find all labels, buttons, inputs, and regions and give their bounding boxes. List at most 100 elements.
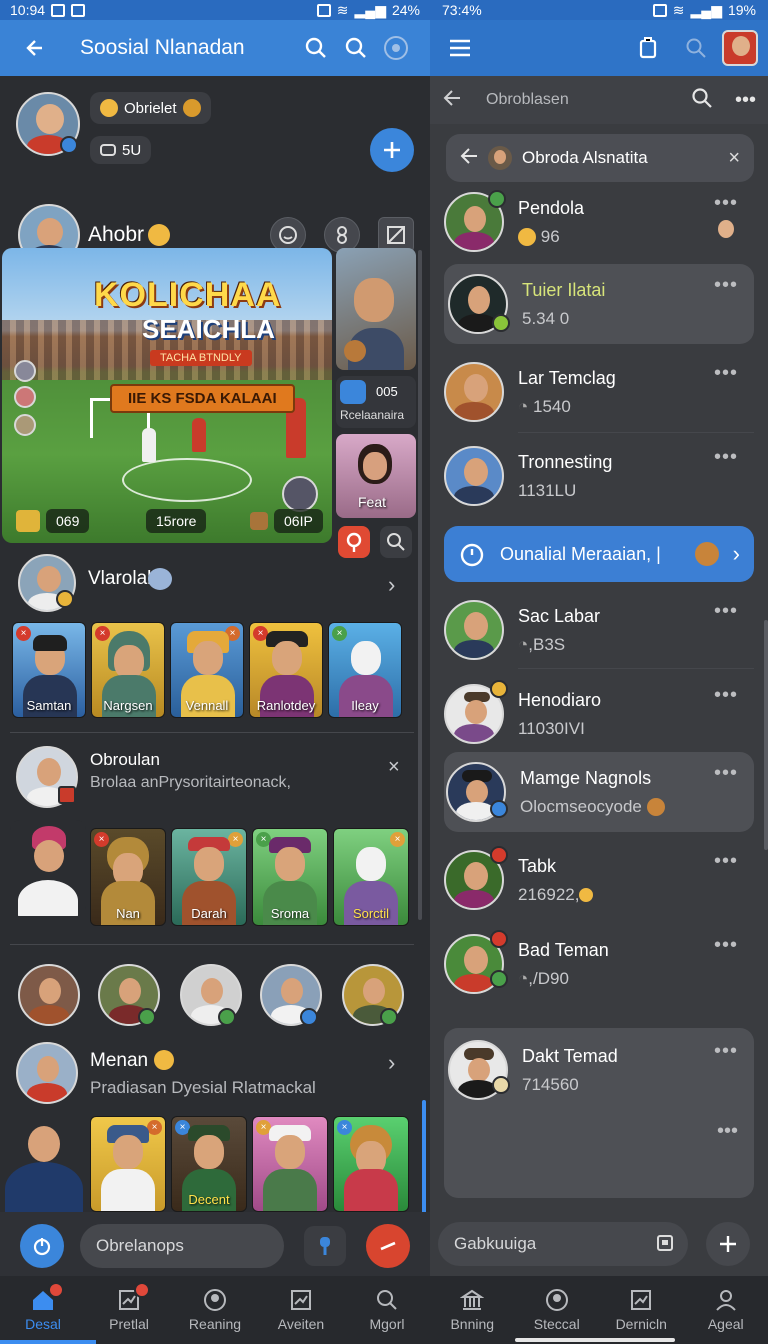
back-arrow-icon[interactable] <box>460 147 478 170</box>
person-card[interactable]: × Nargsen <box>91 622 165 718</box>
person-card[interactable]: × Samtan <box>12 622 86 718</box>
more-options-icon[interactable]: ••• <box>714 192 738 215</box>
search-icon[interactable] <box>296 28 336 68</box>
list-item[interactable]: Sac Labar ◔,B3S ••• <box>444 590 754 670</box>
close-icon[interactable]: × <box>94 832 109 847</box>
location-button[interactable] <box>338 526 370 558</box>
search-text[interactable]: Obroblasen <box>486 91 691 109</box>
pin-button[interactable] <box>304 1226 346 1266</box>
more-options-icon[interactable]: ••• <box>714 1040 738 1063</box>
side-tile-character[interactable] <box>336 248 416 370</box>
list-item[interactable]: Lar Temclag ◔ 1540 ••• <box>444 352 754 432</box>
close-icon[interactable]: × <box>332 626 347 641</box>
more-options-icon[interactable]: ••• <box>714 274 738 297</box>
user-avatar[interactable] <box>722 30 758 66</box>
person-card[interactable]: × <box>333 1116 409 1212</box>
clipboard-icon[interactable] <box>656 1232 674 1257</box>
close-icon[interactable]: × <box>95 626 110 641</box>
close-icon[interactable]: × <box>728 147 740 170</box>
person-card[interactable]: × <box>90 1116 166 1212</box>
person-card[interactable]: × Ileay <box>328 622 402 718</box>
nav-item-account[interactable]: Ageal <box>684 1276 768 1344</box>
close-icon[interactable]: × <box>337 1120 352 1135</box>
add-button[interactable] <box>370 128 414 172</box>
more-options-icon[interactable]: ••• <box>714 762 738 785</box>
person-card[interactable]: × Ranlotdey <box>249 622 323 718</box>
side-tile-stat[interactable]: 005 Rcelaanaira <box>336 376 416 428</box>
row3-featured-person[interactable] <box>2 1120 86 1216</box>
search-bar[interactable]: Obroblasen ••• <box>430 76 768 124</box>
row2-title[interactable]: Obroulan <box>90 750 160 770</box>
clock-icon: ◔ <box>518 634 529 654</box>
chevron-right-icon[interactable]: › <box>733 541 740 567</box>
zoom-button[interactable] <box>380 526 412 558</box>
more-options-icon[interactable]: ••• <box>714 362 738 385</box>
person-card[interactable]: × Sorctil <box>333 828 409 926</box>
list-item[interactable]: Tronnesting 1131LU ••• <box>444 436 754 516</box>
list-item[interactable]: Pendola 96 ••• <box>444 182 754 262</box>
message-input[interactable]: Obrelanops <box>80 1224 284 1268</box>
profile-card[interactable]: Obrielet 5U <box>16 92 416 182</box>
list-item[interactable]: Tuier Ilatai 5.34 0 ••• <box>444 264 754 344</box>
back-arrow-icon[interactable] <box>14 28 54 68</box>
nav-item-profile[interactable]: Pretlal <box>86 1276 172 1344</box>
more-options-icon[interactable]: ••• <box>714 600 738 623</box>
power-button[interactable] <box>20 1224 64 1268</box>
search-icon[interactable] <box>676 28 716 68</box>
close-icon[interactable]: × <box>388 756 400 779</box>
person-card[interactable]: × Decent <box>171 1116 247 1212</box>
person-card[interactable]: × Vennall <box>170 622 244 718</box>
friend-avatar[interactable] <box>18 964 80 1026</box>
add-attachment-button[interactable] <box>706 1222 750 1266</box>
message-input-right[interactable]: Gabkuuiga <box>438 1222 688 1266</box>
menu-icon[interactable] <box>440 28 480 68</box>
name-chip[interactable]: Obrielet <box>90 92 211 124</box>
search-icon-2[interactable] <box>336 28 376 68</box>
more-options-icon[interactable]: ••• <box>735 89 756 112</box>
close-icon[interactable]: × <box>147 1120 162 1135</box>
bookmark-icon[interactable] <box>628 28 668 68</box>
list-item[interactable]: Dakt Temad 714560 ••• <box>444 1030 754 1110</box>
nav-item-home[interactable]: Desal <box>0 1276 86 1344</box>
send-button[interactable] <box>366 1224 410 1268</box>
row2-featured-person[interactable] <box>10 820 86 916</box>
person-card[interactable]: × Darah <box>171 828 247 926</box>
settings-icon[interactable] <box>376 28 416 68</box>
count-chip[interactable]: 5U <box>90 136 152 164</box>
nav-item-events[interactable]: Aveiten <box>258 1276 344 1344</box>
more-options-icon[interactable]: ••• <box>714 934 738 957</box>
person-card[interactable]: × Nan <box>90 828 166 926</box>
back-arrow-icon[interactable] <box>442 88 462 113</box>
close-icon[interactable]: × <box>390 832 405 847</box>
filter-chip[interactable]: Obroda Alsnatita × <box>446 134 754 182</box>
game-banner[interactable]: KOLICHAA SEAICHLA TACHA BTNDLY IIE KS FS… <box>2 248 332 543</box>
more-options-icon[interactable]: ••• <box>717 1120 738 1143</box>
list-item[interactable]: Bad Teman ◔,/D90 ••• <box>444 924 754 1004</box>
person-card[interactable]: × <box>252 1116 328 1212</box>
nav-item-search[interactable]: Mgorl <box>344 1276 430 1344</box>
nav-item-dernicln[interactable]: Dernicln <box>599 1276 684 1344</box>
nav-item-banking[interactable]: Bnning <box>430 1276 515 1344</box>
close-icon[interactable]: × <box>228 832 243 847</box>
row3-avatar[interactable] <box>16 1042 78 1104</box>
list-item[interactable]: Tabk 216922, ••• <box>444 840 754 920</box>
chevron-right-icon[interactable]: › <box>388 572 395 598</box>
nav-item-social[interactable]: Steccal <box>515 1276 600 1344</box>
nav-item-reading[interactable]: Reaning <box>172 1276 258 1344</box>
search-icon[interactable] <box>691 87 713 114</box>
scrollbar[interactable] <box>764 620 768 850</box>
row3-title[interactable]: Menan <box>90 1050 148 1072</box>
online-badge-icon <box>492 314 510 332</box>
scrollbar[interactable] <box>418 250 422 920</box>
more-options-icon[interactable]: ••• <box>714 684 738 707</box>
chevron-right-icon[interactable]: › <box>388 1050 395 1076</box>
list-item[interactable]: Henodiaro 11030IVI ••• <box>444 674 754 754</box>
list-item[interactable]: Mamge Nagnols Olocmseocyode ••• <box>444 752 754 832</box>
promo-banner[interactable]: Ounalial Meraaian, | › <box>444 526 754 582</box>
close-icon[interactable]: × <box>16 626 31 641</box>
person-card[interactable]: × Sroma <box>252 828 328 926</box>
row1-title[interactable]: Vlarolal <box>88 568 151 590</box>
side-tile-profile[interactable]: Feat <box>336 434 416 518</box>
more-options-icon[interactable]: ••• <box>714 446 738 469</box>
more-options-icon[interactable]: ••• <box>714 850 738 873</box>
